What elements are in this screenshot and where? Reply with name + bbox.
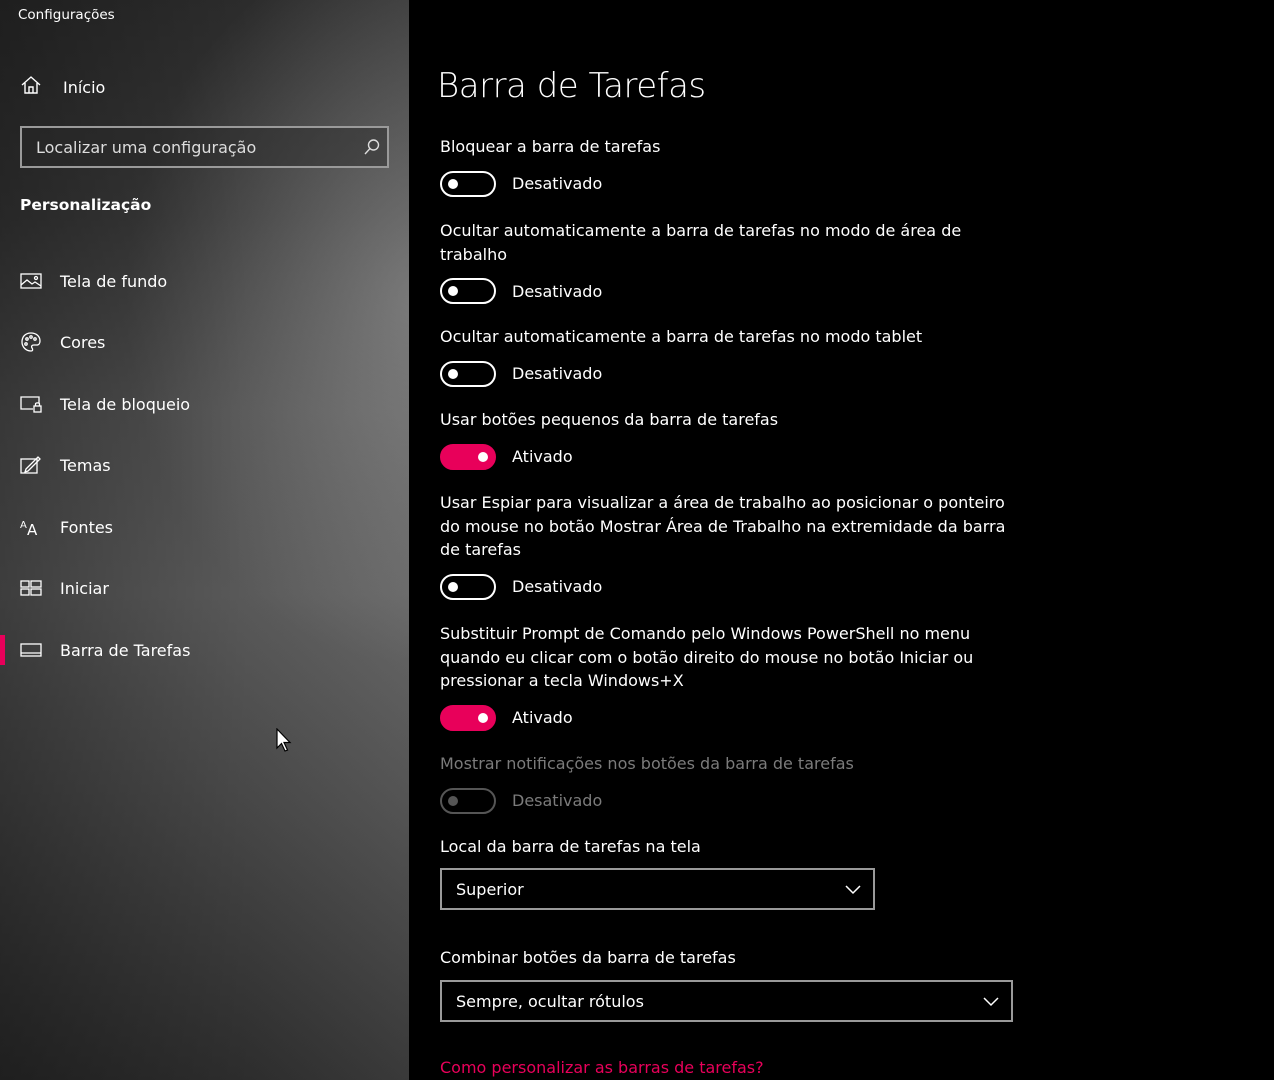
setting-label: Mostrar notificações nos botões da barra… bbox=[440, 754, 854, 773]
page-title: Barra de Tarefas bbox=[437, 66, 706, 106]
toggle-state: Desativado bbox=[512, 791, 603, 810]
svg-text:A: A bbox=[20, 520, 27, 531]
toggle-switch[interactable] bbox=[440, 360, 496, 387]
toggle-switch[interactable] bbox=[440, 573, 496, 600]
setting-powershell: Substituir Prompt de Comando pelo Window… bbox=[440, 622, 1020, 732]
sidebar-item-tela-de-fundo[interactable]: Tela de fundo bbox=[0, 257, 409, 305]
toggle-switch[interactable] bbox=[440, 170, 496, 197]
combine-dropdown[interactable]: Sempre, ocultar rótulos bbox=[440, 980, 1013, 1022]
sidebar-item-fontes[interactable]: A A Fontes bbox=[0, 503, 409, 551]
sidebar-item-label: Barra de Tarefas bbox=[60, 640, 191, 660]
combine-label: Combinar botões da barra de tarefas bbox=[440, 948, 736, 967]
setting-label: Usar botões pequenos da barra de tarefas bbox=[440, 410, 779, 429]
toggle-state: Ativado bbox=[512, 447, 573, 466]
search-box bbox=[20, 126, 389, 168]
setting-label: Substituir Prompt de Comando pelo Window… bbox=[440, 624, 974, 690]
location-label: Local da barra de tarefas na tela bbox=[440, 837, 701, 856]
setting-label: Ocultar automaticamente a barra de taref… bbox=[440, 327, 923, 346]
sidebar-item-cores[interactable]: Cores bbox=[0, 318, 409, 366]
toggle-switch[interactable] bbox=[440, 278, 496, 304]
sidebar-item-label: Tela de fundo bbox=[60, 271, 168, 291]
search-input[interactable] bbox=[22, 137, 357, 157]
toggle-knob bbox=[448, 368, 458, 379]
toggle-state: Desativado bbox=[512, 281, 603, 301]
toggle-knob bbox=[448, 178, 458, 189]
svg-text:A: A bbox=[27, 521, 38, 537]
location-value: Superior bbox=[456, 879, 524, 899]
toggle-knob bbox=[478, 451, 488, 462]
toggle-state: Desativado bbox=[512, 174, 603, 193]
setting-label: Usar Espiar para visualizar a área de tr… bbox=[440, 493, 1006, 559]
setting-lock-taskbar: Bloquear a barra de tarefas Desativado bbox=[440, 135, 1020, 198]
sidebar-item-label: Fontes bbox=[60, 517, 114, 537]
sidebar-item-temas[interactable]: Temas bbox=[0, 441, 409, 489]
home-icon bbox=[20, 74, 42, 100]
sidebar-item-label: Iniciar bbox=[60, 578, 109, 598]
combine-value: Sempre, ocultar rótulos bbox=[456, 991, 644, 1011]
sidebar-item-label: Tela de bloqueio bbox=[60, 394, 191, 414]
picture-icon bbox=[19, 269, 43, 293]
toggle-knob bbox=[448, 795, 458, 806]
fonts-icon: A A bbox=[19, 515, 43, 539]
toggle-state: Ativado bbox=[512, 708, 573, 727]
lock-screen-icon bbox=[19, 392, 43, 416]
nav-home[interactable]: Início bbox=[20, 74, 105, 100]
toggle-switch[interactable] bbox=[440, 443, 496, 470]
search-icon[interactable] bbox=[357, 138, 387, 156]
palette-icon bbox=[19, 330, 43, 354]
app-title: Configurações bbox=[18, 7, 115, 23]
setting-small-buttons: Usar botões pequenos da barra de tarefas… bbox=[440, 408, 1020, 471]
start-icon bbox=[19, 576, 43, 600]
chevron-down-icon bbox=[845, 880, 861, 899]
chevron-down-icon bbox=[983, 992, 999, 1011]
mouse-cursor-icon bbox=[276, 727, 292, 758]
sidebar: Configurações Início Personalização Tela… bbox=[0, 0, 409, 1080]
toggle-state: Desativado bbox=[512, 577, 603, 596]
location-dropdown[interactable]: Superior bbox=[440, 868, 875, 910]
sidebar-item-barra-de-tarefas[interactable]: Barra de Tarefas bbox=[0, 626, 409, 674]
setting-autohide-desktop: Ocultar automaticamente a barra de taref… bbox=[440, 219, 1020, 305]
toggle-knob bbox=[448, 581, 458, 592]
toggle-knob bbox=[478, 712, 488, 723]
section-title: Personalização bbox=[20, 196, 152, 214]
toggle-state: Desativado bbox=[512, 364, 603, 383]
toggle-switch bbox=[440, 787, 496, 814]
toggle-knob bbox=[448, 286, 458, 296]
setting-autohide-tablet: Ocultar automaticamente a barra de taref… bbox=[440, 325, 1020, 388]
setting-peek: Usar Espiar para visualizar a área de tr… bbox=[440, 491, 1020, 601]
sidebar-item-label: Temas bbox=[60, 455, 111, 475]
help-link[interactable]: Como personalizar as barras de tarefas? bbox=[440, 1058, 764, 1077]
taskbar-icon bbox=[19, 638, 43, 662]
setting-label: Ocultar automaticamente a barra de taref… bbox=[440, 221, 962, 264]
themes-icon bbox=[19, 453, 43, 477]
nav-home-label: Início bbox=[63, 77, 106, 97]
main-content: Barra de Tarefas Bloquear a barra de tar… bbox=[409, 0, 1274, 1080]
sidebar-item-tela-de-bloqueio[interactable]: Tela de bloqueio bbox=[0, 380, 409, 428]
sidebar-item-label: Cores bbox=[60, 332, 106, 352]
sidebar-item-iniciar[interactable]: Iniciar bbox=[0, 564, 409, 612]
setting-badges: Mostrar notificações nos botões da barra… bbox=[440, 752, 1020, 815]
setting-label: Bloquear a barra de tarefas bbox=[440, 137, 661, 156]
toggle-switch[interactable] bbox=[440, 704, 496, 731]
